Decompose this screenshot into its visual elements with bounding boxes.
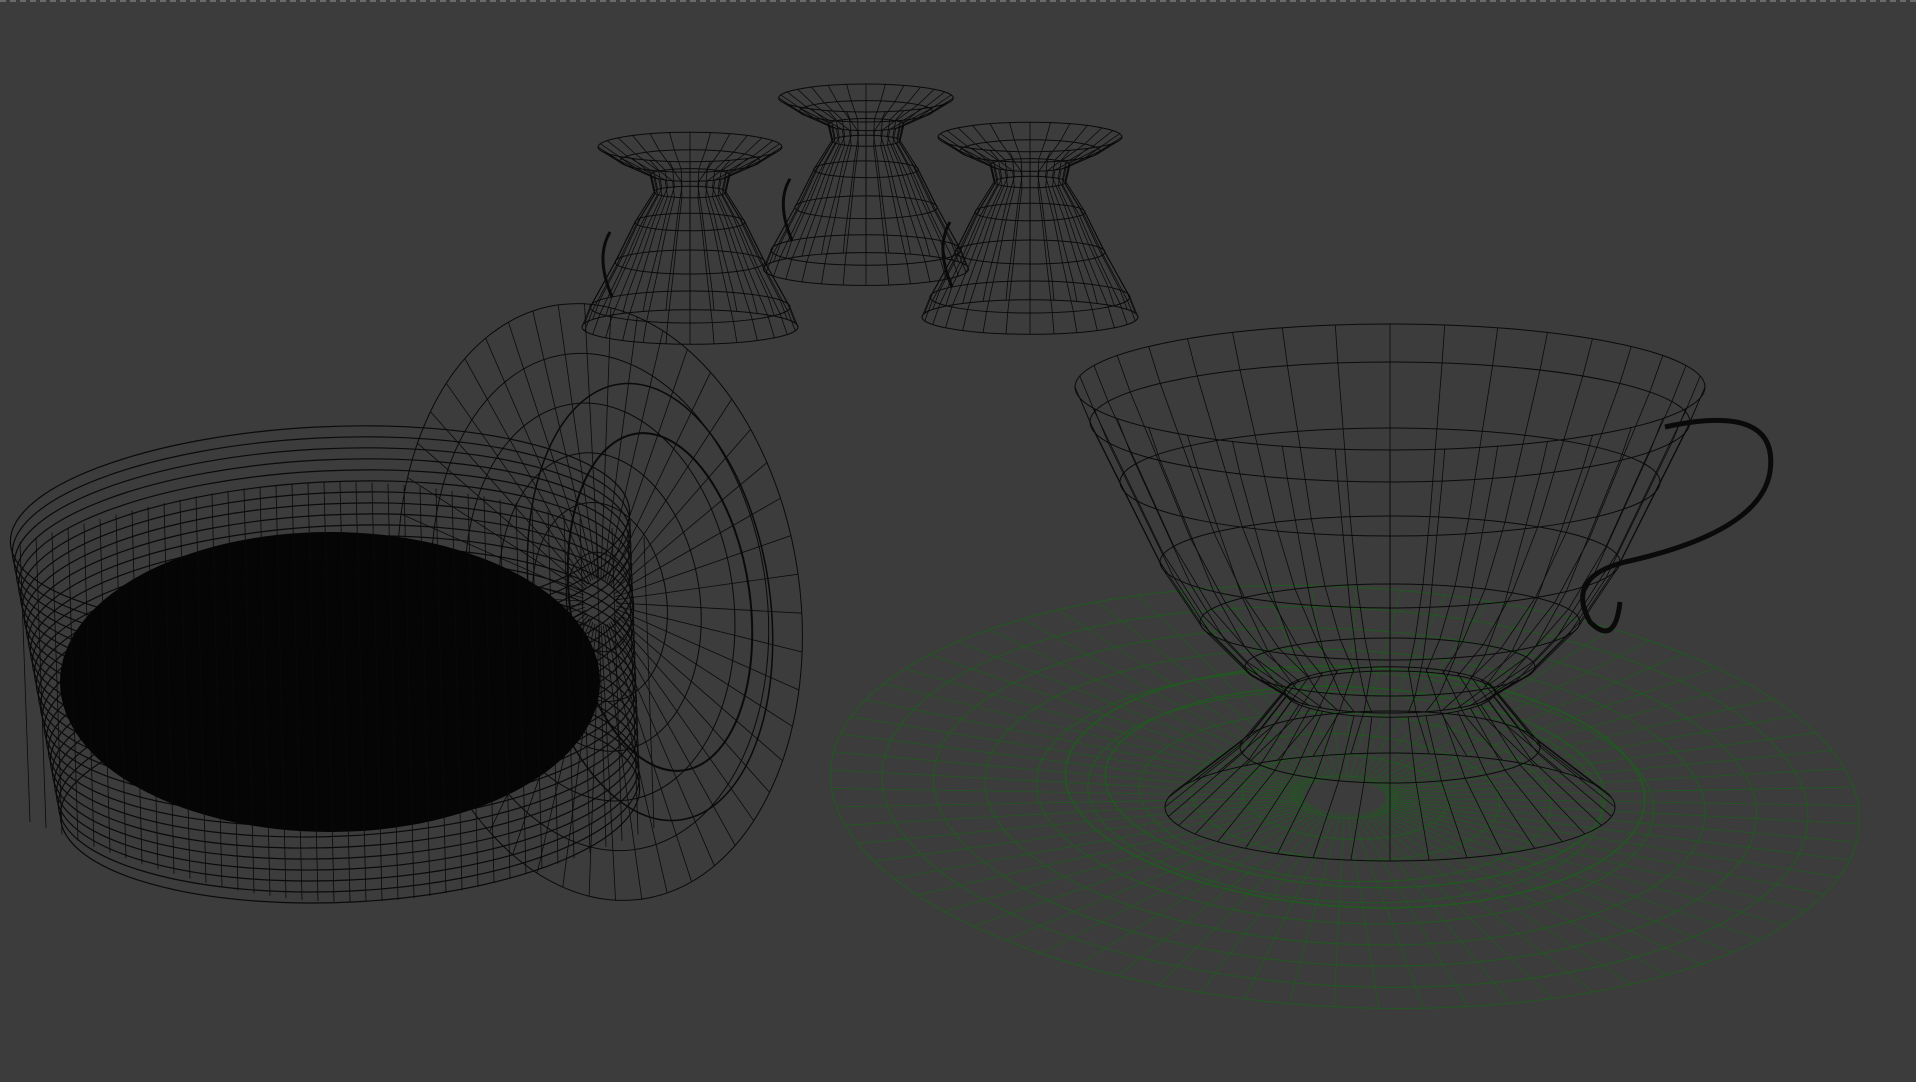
upside-down-cup-left[interactable] xyxy=(581,131,799,345)
saucer-stack-dense-core xyxy=(60,532,600,832)
saucer-under-teacup[interactable] xyxy=(820,560,1871,1033)
wireframe-scene[interactable] xyxy=(0,2,1916,1082)
upside-down-cup-middle[interactable] xyxy=(762,83,970,286)
3d-viewport[interactable] xyxy=(0,0,1916,1080)
upside-down-cup-right[interactable] xyxy=(921,121,1139,335)
saucer-stack[interactable] xyxy=(5,411,655,917)
